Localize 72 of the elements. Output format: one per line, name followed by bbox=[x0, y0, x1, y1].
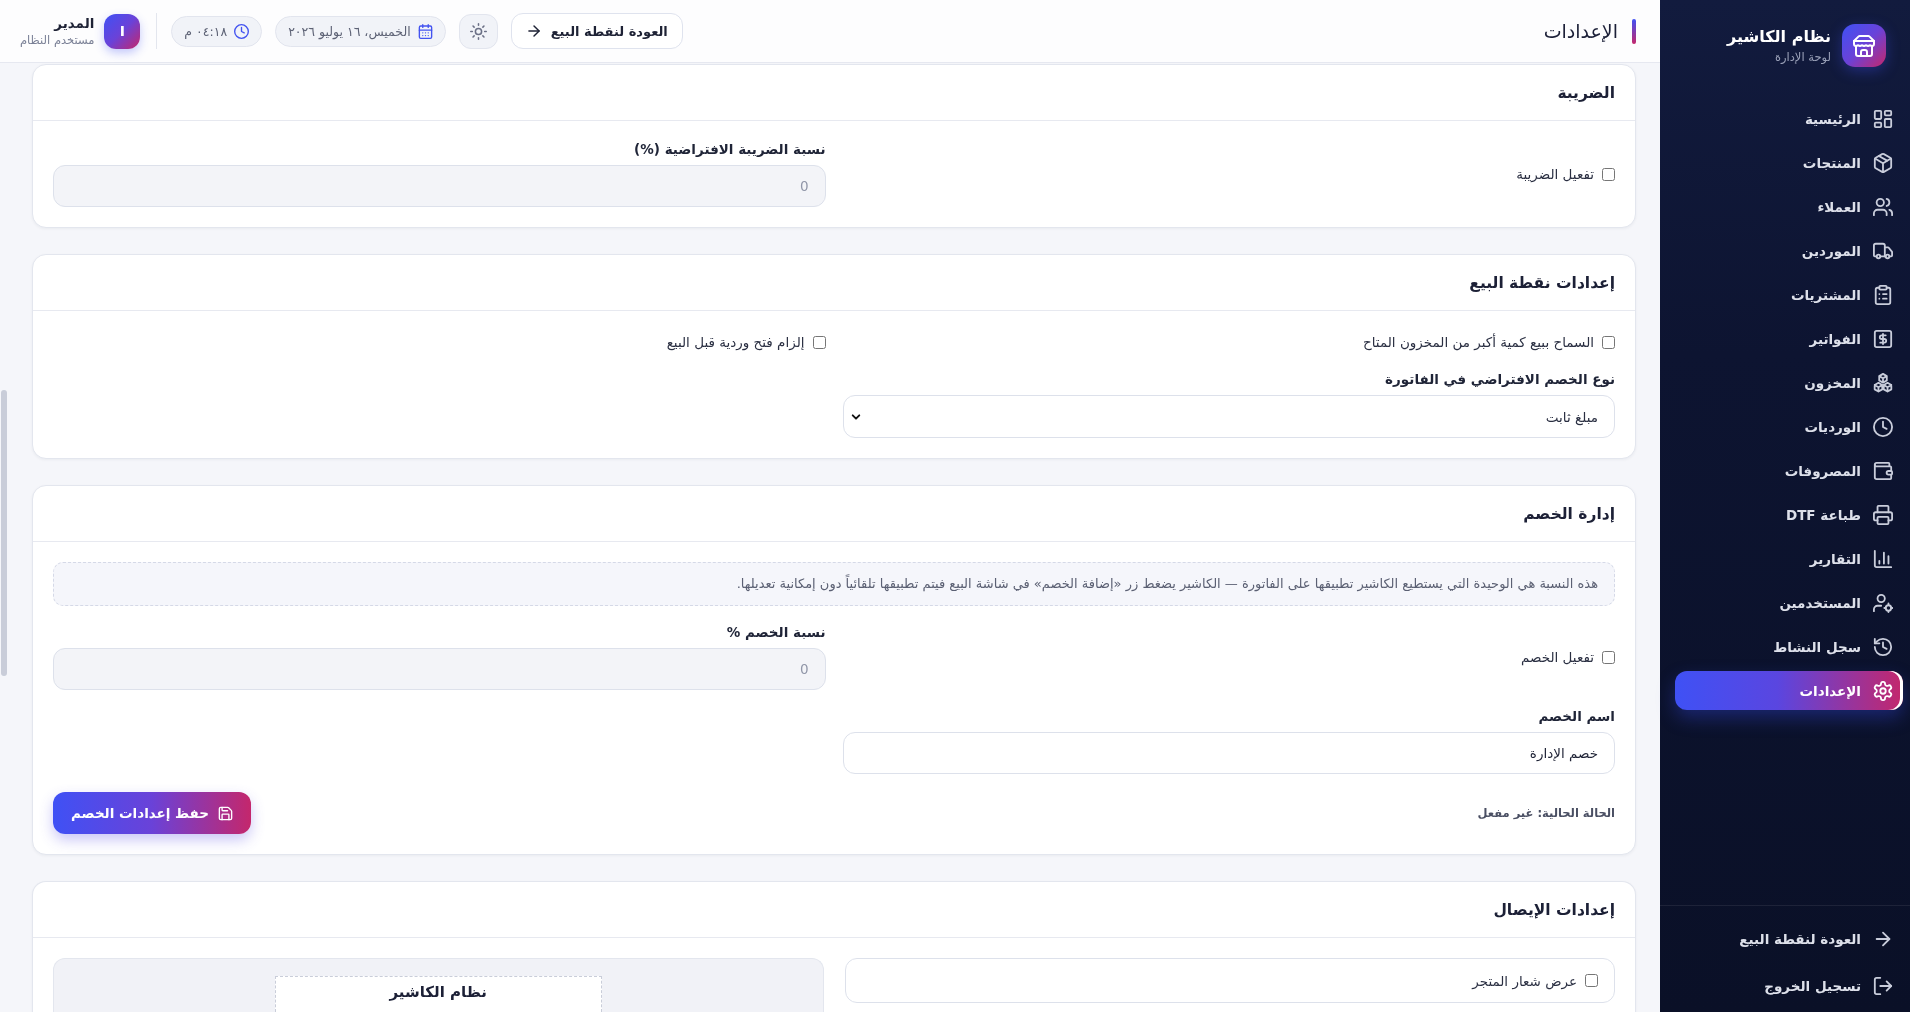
nav-item[interactable]: المشتريات bbox=[1675, 275, 1903, 314]
nav-item[interactable]: المستخدمين bbox=[1675, 583, 1903, 622]
page-title: الإعدادات bbox=[1543, 20, 1618, 42]
field-label: نسبة الضريبة الافتراضية (%) bbox=[633, 141, 826, 158]
settings-icon bbox=[1873, 680, 1893, 701]
nav-link[interactable]: تسجيل الخروج bbox=[1675, 966, 1903, 1005]
receipt-store-name: نظام الكاشير bbox=[389, 982, 487, 1003]
user-avatar: I bbox=[104, 13, 141, 49]
printer-icon bbox=[1873, 504, 1893, 525]
checkbox-label: إلزام فتح وردية قبل البيع bbox=[666, 334, 805, 350]
field-label: اسم الخصم bbox=[1537, 708, 1615, 725]
accent-bar bbox=[1632, 18, 1636, 44]
checkbox-label: السماح ببيع كمية أكبر من المخزون المتاح bbox=[1363, 334, 1594, 350]
checkbox[interactable] bbox=[812, 335, 826, 349]
nav-item[interactable]: سجل النشاط bbox=[1675, 627, 1903, 666]
brand-subtitle: لوحة الإدارة bbox=[1773, 49, 1831, 65]
time-text: ٠٤:١٨ م bbox=[184, 23, 228, 39]
cube-icon bbox=[1873, 152, 1893, 173]
checkbox[interactable] bbox=[1602, 335, 1615, 349]
nav-item[interactable]: العملاء bbox=[1675, 187, 1903, 226]
save-button[interactable]: حفظ إعدادات الخصم bbox=[53, 792, 251, 834]
card-title: إدارة الخصم bbox=[1523, 504, 1615, 523]
card-title: إعدادات نقطة البيع bbox=[1469, 273, 1615, 292]
users-icon bbox=[1873, 196, 1893, 217]
theme-toggle-button[interactable] bbox=[458, 13, 498, 49]
bar-chart-icon bbox=[1873, 548, 1893, 569]
scrollbar-thumb[interactable] bbox=[1, 390, 7, 676]
checkbox-label: عرض شعار المتجر bbox=[1472, 972, 1577, 989]
clipboard-icon bbox=[1873, 284, 1893, 305]
sun-icon bbox=[469, 22, 487, 40]
info-note: هذه النسبة هي الوحيدة التي يستطيع الكاشير تطبيقها على الفاتورة — الكاشير يضغط زر «إضافة الخصم» في شاشة البيع فيتم تطبيقها تلقائياً دون إمكانية تعديلها. bbox=[53, 562, 1615, 606]
status-text: الحالة الحالية: غير مفعل bbox=[1477, 806, 1615, 820]
clock-icon bbox=[1873, 416, 1893, 437]
nav-item[interactable]: المخزون bbox=[1675, 363, 1903, 402]
nav-item[interactable]: الورديات bbox=[1675, 407, 1903, 446]
clock-icon bbox=[234, 23, 250, 39]
checkbox[interactable] bbox=[1602, 167, 1615, 181]
card-title: الضريبة bbox=[1557, 83, 1615, 102]
dashboard-icon bbox=[1873, 108, 1893, 129]
card-title: إعدادات الإيصال bbox=[1493, 900, 1615, 919]
dropdown-select[interactable]: مبلغ ثابت bbox=[842, 395, 1615, 438]
back-button[interactable]: العودة لنقطة البيع bbox=[510, 13, 683, 49]
checkbox-label: تفعيل الخصم bbox=[1521, 649, 1594, 665]
nav-item[interactable]: المصروفات bbox=[1675, 451, 1903, 490]
save-icon bbox=[218, 805, 233, 821]
nav-link[interactable]: العودة لنقطة البيع bbox=[1675, 919, 1903, 958]
checkbox[interactable] bbox=[1585, 974, 1598, 987]
nav-item[interactable]: الإعدادات bbox=[1675, 671, 1903, 710]
nav-item[interactable]: الفواتير bbox=[1675, 319, 1903, 358]
nav-item[interactable]: المنتجات bbox=[1675, 143, 1903, 182]
input-field[interactable]: خصم الإدارة bbox=[842, 732, 1615, 774]
field-label: نسبة الخصم % bbox=[725, 624, 826, 641]
user-gear-icon bbox=[1873, 592, 1893, 613]
wallet-icon bbox=[1873, 460, 1893, 481]
logout-icon bbox=[1873, 975, 1893, 996]
nav-item[interactable]: التقارير bbox=[1675, 539, 1903, 578]
receipt-icon bbox=[1873, 328, 1893, 349]
field-label: نوع الخصم الافتراضي في الفاتورة bbox=[1384, 371, 1615, 388]
store-icon bbox=[1842, 24, 1886, 67]
calendar-icon bbox=[417, 23, 433, 39]
checkbox[interactable] bbox=[1602, 650, 1615, 664]
nav-item[interactable]: الرئيسية bbox=[1675, 99, 1903, 138]
checkbox-label: تفعيل الضريبة bbox=[1516, 166, 1594, 182]
brand-title: نظام الكاشير bbox=[1727, 26, 1831, 47]
boxes-icon bbox=[1873, 372, 1893, 393]
user-role: مستخدم النظام bbox=[20, 32, 95, 48]
truck-icon bbox=[1873, 240, 1893, 261]
history-icon bbox=[1873, 636, 1893, 657]
nav-item[interactable]: طباعة DTF bbox=[1675, 495, 1903, 534]
date-text: الخميس، ١٦ يوليو ٢٠٢٦ bbox=[288, 23, 411, 39]
nav-item[interactable]: الموردين bbox=[1675, 231, 1903, 270]
user-name: المدير bbox=[52, 14, 95, 32]
